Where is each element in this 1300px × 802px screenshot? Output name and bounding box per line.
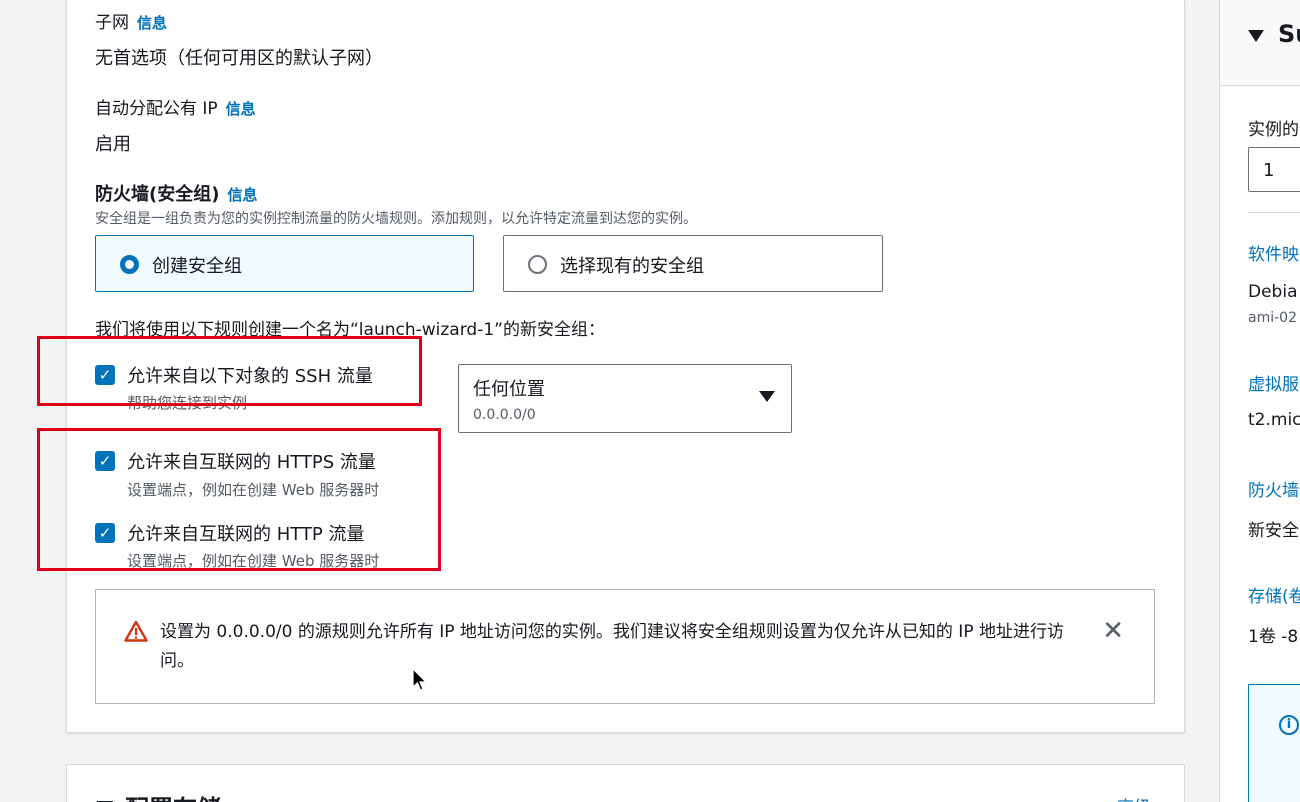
caret-down-icon: [759, 391, 775, 402]
instances-label: 实例的: [1248, 120, 1299, 140]
ssh-source-select[interactable]: 任何位置 0.0.0.0/0: [458, 364, 792, 433]
firewall-heading: 防火墙(安全组) 信息: [95, 180, 257, 206]
warning-alert: 设置为 0.0.0.0/0 的源规则允许所有 IP 地址访问您的实例。我们建议将…: [95, 589, 1155, 704]
firewall-summary-link[interactable]: 防火墙: [1248, 476, 1299, 501]
public-ip-info-link[interactable]: 信息: [226, 100, 256, 118]
instance-type-value: t2.mic: [1248, 410, 1300, 430]
ssh-source-cidr: 0.0.0.0/0: [473, 407, 536, 423]
close-icon[interactable]: ✕: [1102, 618, 1124, 644]
highlight-box-web: [37, 428, 441, 571]
summary-header[interactable]: Su: [1220, 0, 1300, 86]
public-ip-field: 自动分配公有 IP 信息: [95, 94, 256, 119]
ssh-source-value: 任何位置: [473, 379, 545, 400]
summary-title: Su: [1278, 20, 1300, 48]
warning-icon: [124, 620, 148, 642]
option-existing-security-group[interactable]: 选择现有的安全组: [503, 235, 883, 292]
subnet-label: 子网: [95, 13, 129, 33]
firewall-title: 防火墙(安全组): [95, 184, 220, 205]
instance-type-link[interactable]: 虚拟服: [1248, 370, 1299, 395]
radio-create-icon[interactable]: [120, 255, 139, 274]
mouse-cursor-icon: [412, 668, 428, 691]
public-ip-label: 自动分配公有 IP: [95, 99, 218, 119]
ami-id: ami-02: [1248, 310, 1297, 326]
instances-value: 1: [1263, 160, 1275, 181]
highlight-box-ssh: [37, 336, 422, 406]
divider: [1248, 212, 1300, 213]
option-create-security-group[interactable]: 创建安全组: [95, 235, 474, 292]
storage-panel: 配置存储 高级: [66, 764, 1185, 802]
info-icon: i: [1279, 715, 1299, 735]
public-ip-value: 启用: [95, 134, 131, 155]
storage-advanced-link[interactable]: 高级: [1117, 793, 1151, 802]
storage-summary-link[interactable]: 存储(卷: [1248, 582, 1300, 607]
storage-summary-value: 1卷 -8: [1248, 627, 1299, 647]
option-create-label: 创建安全组: [152, 256, 242, 277]
firewall-info-link[interactable]: 信息: [227, 186, 257, 204]
software-image-link[interactable]: 软件映: [1248, 240, 1299, 265]
info-box: i: [1248, 684, 1300, 802]
firewall-description: 安全组是一组负责为您的实例控制流量的防火墙规则。添加规则，以允许特定流量到达您的…: [95, 211, 697, 227]
radio-existing-icon[interactable]: [528, 255, 547, 274]
subnet-field: 子网 信息: [95, 8, 167, 33]
storage-title: 配置存储: [125, 789, 221, 802]
caret-down-icon: [1248, 30, 1264, 42]
subnet-value: 无首选项（任何可用区的默认子网）: [95, 48, 383, 69]
summary-panel: Su 实例的 1 软件映 Debia ami-02 虚拟服 t2.mic 防火墙…: [1219, 0, 1300, 802]
firewall-summary-value: 新安全: [1248, 521, 1299, 541]
option-existing-label: 选择现有的安全组: [560, 256, 704, 277]
subnet-info-link[interactable]: 信息: [137, 14, 167, 32]
warning-text: 设置为 0.0.0.0/0 的源规则允许所有 IP 地址访问您的实例。我们建议将…: [160, 622, 1064, 671]
instances-input[interactable]: 1: [1248, 147, 1300, 192]
software-image-value: Debia: [1248, 282, 1298, 302]
